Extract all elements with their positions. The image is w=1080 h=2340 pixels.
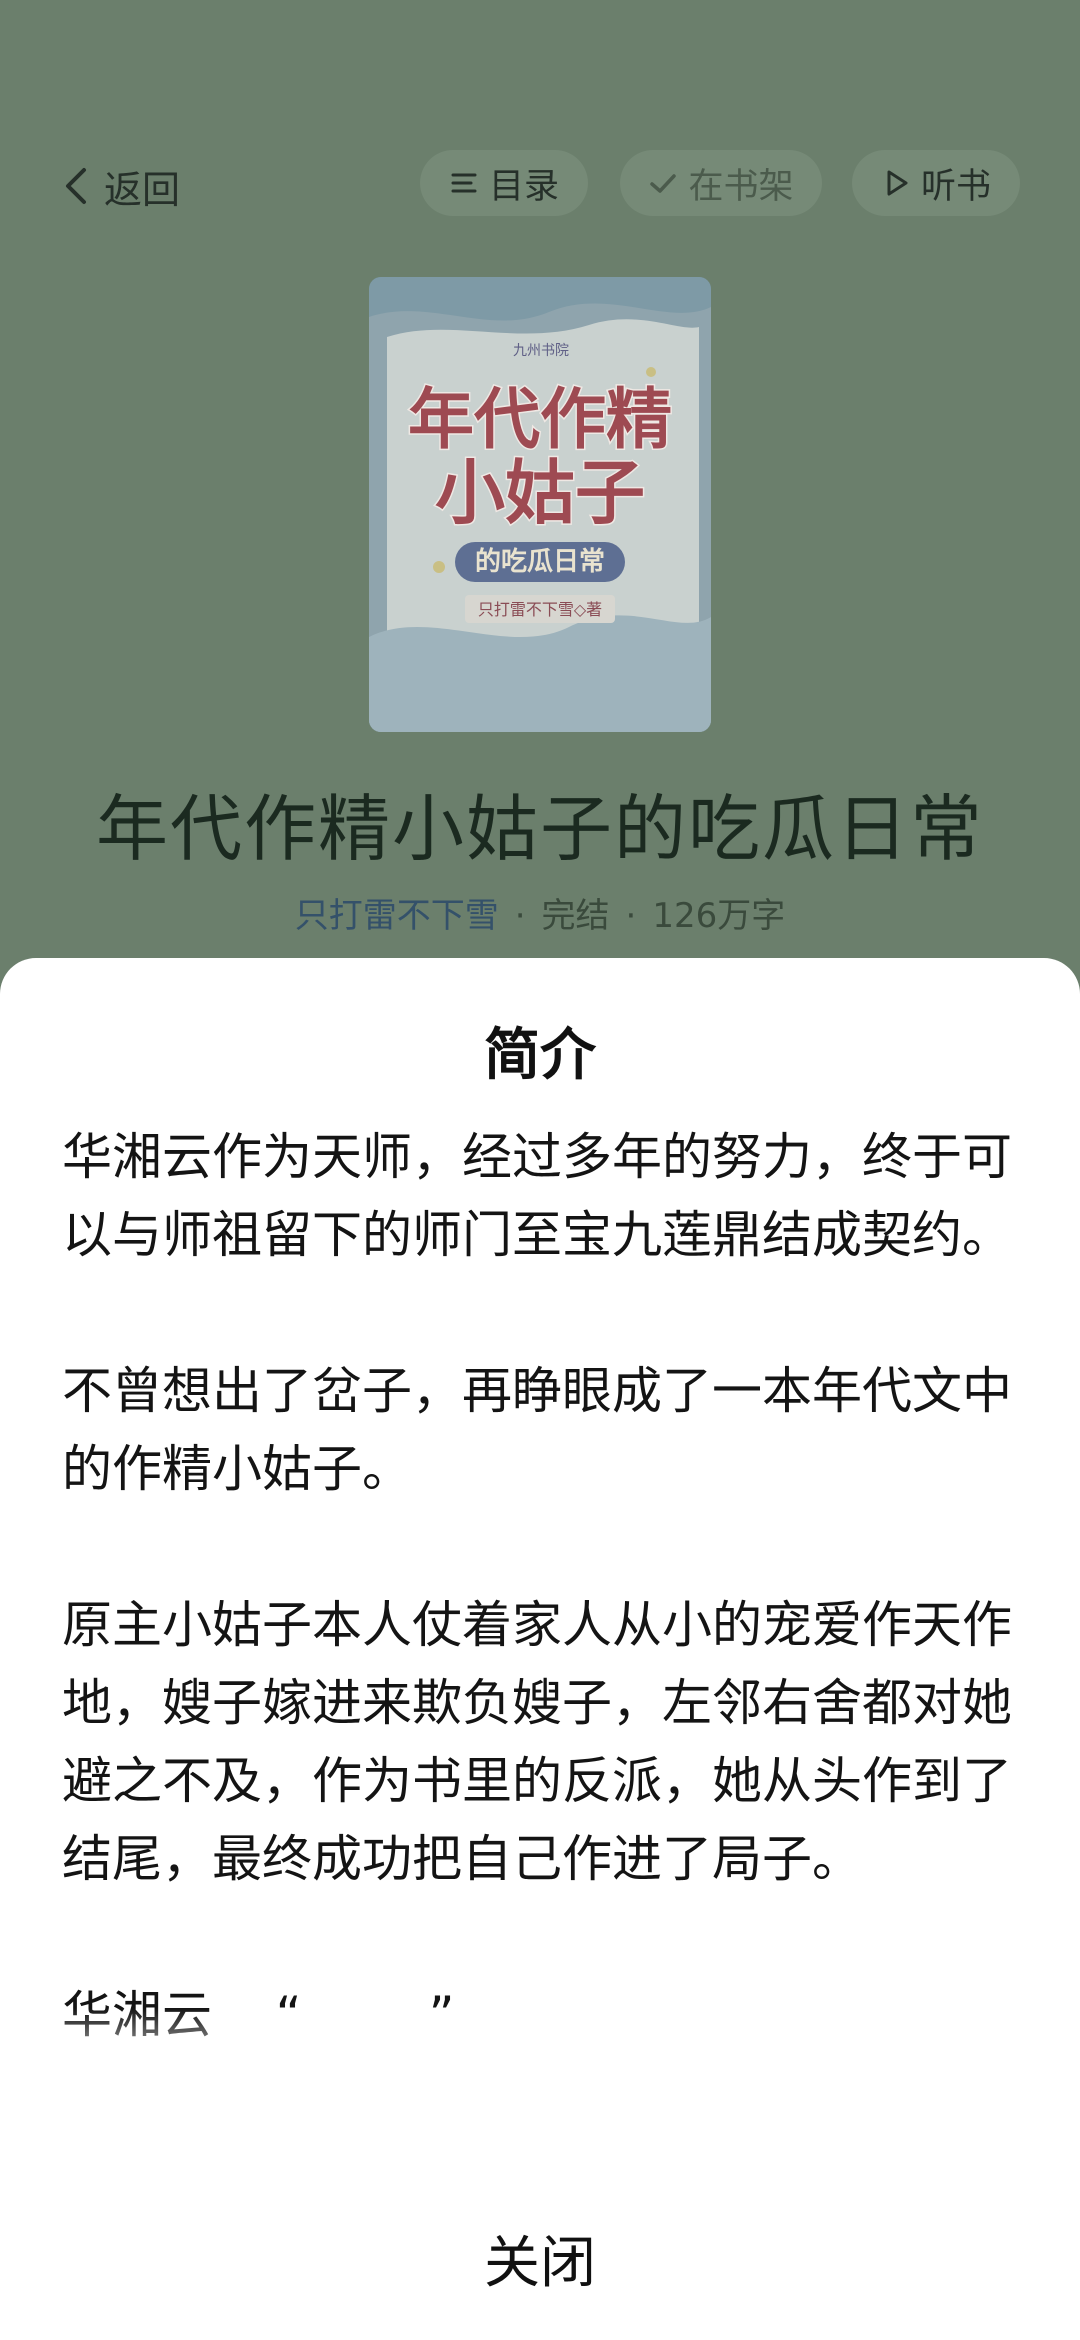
list-icon — [451, 173, 477, 193]
synopsis-paragraph: 原主小姑子本人仗着家人从小的宠爱作天作地，嫂子嫁进来欺负嫂子，左邻右舍都对她避之… — [62, 1596, 1012, 1888]
check-icon — [650, 174, 677, 193]
close-button[interactable]: 关闭 — [390, 2208, 690, 2308]
scroll-fade — [0, 2008, 1080, 2138]
cover-title-line2: 小姑子 — [435, 452, 645, 534]
cover-subtitle: 的吃瓜日常 — [475, 546, 605, 577]
synopsis-paragraph: 不曾想出了岔子，再睁眼成了一本年代文中的作精小姑子。 — [62, 1362, 1012, 1498]
on-shelf-button[interactable]: 在书架 — [620, 150, 822, 216]
meta-separator: · — [625, 896, 637, 936]
book-meta: 只打雷不下雪 · 完结 · 126万字 — [0, 888, 1080, 937]
toc-button[interactable]: 目录 — [420, 150, 588, 216]
on-shelf-label: 在书架 — [688, 166, 794, 207]
cover-artwork: 九州书院 年代作精 小姑子 的吃瓜日常 只打雷不下雪◇著 — [369, 277, 711, 732]
back-label: 返回 — [104, 167, 181, 212]
word-count: 126万字 — [652, 896, 786, 936]
book-detail-screen: 返回 目录 在书架 听书 九州书院 年代作精 小姑子 的吃瓜日常 只打雷不下雪◇… — [0, 0, 1080, 2340]
listen-button[interactable]: 听书 — [852, 150, 1020, 216]
play-icon — [887, 170, 908, 196]
meta-separator: · — [514, 896, 526, 936]
chevron-left-icon — [66, 168, 86, 204]
cover-title-line1: 年代作精 — [408, 381, 672, 458]
synopsis-text[interactable]: 华湘云作为天师，经过多年的努力，终于可以与师祖留下的师门至宝九莲鼎结成契约。 不… — [62, 1118, 1022, 2128]
toc-label: 目录 — [488, 166, 559, 207]
synopsis-sheet: 简介 华湘云作为天师，经过多年的努力，终于可以与师祖留下的师门至宝九莲鼎结成契约… — [0, 958, 1080, 2340]
sheet-title: 简介 — [484, 1023, 596, 1088]
back-button[interactable]: 返回 — [62, 155, 180, 217]
book-cover[interactable]: 九州书院 年代作精 小姑子 的吃瓜日常 只打雷不下雪◇著 — [369, 277, 711, 732]
cover-publisher: 九州书院 — [513, 343, 569, 359]
book-status: 完结 — [541, 896, 610, 936]
synopsis-paragraph: 华湘云作为天师，经过多年的努力，终于可以与师祖留下的师门至宝九莲鼎结成契约。 — [62, 1128, 1012, 1264]
author-link[interactable]: 只打雷不下雪 — [295, 896, 499, 936]
cover-author-tag: 只打雷不下雪◇著 — [478, 600, 602, 619]
listen-label: 听书 — [920, 166, 991, 207]
book-title: 年代作精小姑子的吃瓜日常 — [95, 787, 984, 871]
